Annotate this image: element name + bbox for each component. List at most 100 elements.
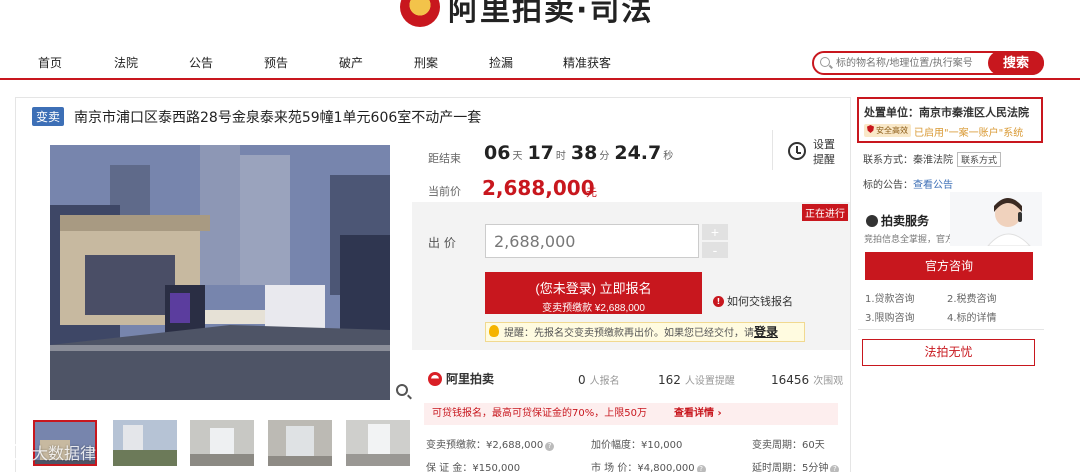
watermark-label: 大数据律 [32, 444, 97, 463]
countdown-days: 06 [484, 142, 511, 164]
ali-auction-logo-icon [428, 371, 442, 386]
help-icon[interactable]: ? [830, 465, 840, 472]
consult-link[interactable]: 2.税费咨询 [947, 290, 997, 305]
nav-bankruptcy[interactable]: 破产 [339, 54, 363, 71]
notice-label: 标的公告： [863, 180, 913, 191]
thumbnail-graphic [113, 420, 177, 466]
countdown-label: 距结束 [428, 152, 461, 165]
photo-thumbnail[interactable] [346, 420, 410, 466]
safety-badge: 安全高效 [864, 124, 911, 137]
photo-thumbnail[interactable] [190, 420, 254, 466]
countdown-minutes-unit: 分 [599, 151, 610, 162]
thumbnail-graphic [346, 420, 410, 466]
service-agent-image [950, 192, 1042, 246]
search-input[interactable] [836, 54, 984, 72]
nav-precise[interactable]: 精准获客 [563, 54, 611, 71]
login-link[interactable]: 登录 [754, 325, 778, 339]
countdown-minutes: 38 [570, 142, 598, 164]
fapai-wuyou-button[interactable]: 法拍无忧 [862, 339, 1035, 366]
nav-notice[interactable]: 公告 [189, 54, 213, 71]
help-icon[interactable]: ? [696, 465, 706, 472]
loan-details-link[interactable]: 查看详情 › [674, 403, 722, 425]
sale-type-tag: 变卖 [32, 107, 65, 126]
signup-count: 0 人报名 [578, 372, 620, 387]
nav-court[interactable]: 法院 [114, 54, 138, 71]
lightbulb-icon [489, 325, 499, 337]
countdown-hours: 17 [527, 142, 554, 164]
official-consult-button[interactable]: 官方咨询 [865, 252, 1033, 280]
detail-item: 保 证 金：¥150,000 [426, 459, 520, 472]
court-emblem-icon [400, 0, 440, 27]
how-to-pay-label: 如何交钱报名 [727, 295, 793, 308]
contact-info: 联系方式：秦淮法院 联系方式 [863, 151, 1002, 167]
detail-item: 变卖预缴款：¥2,688,000? [426, 436, 555, 451]
login-tip: 提醒：先报名交变卖预缴款再出价。如果您已经交付，请登录 [485, 322, 805, 342]
help-icon[interactable]: ? [545, 442, 555, 451]
signup-count-unit: 人报名 [589, 376, 620, 387]
tip-text: 提醒：先报名交变卖预缴款再出价。如果您已经交付，请 [504, 328, 754, 339]
countdown-hours-unit: 时 [555, 151, 566, 162]
detail-item: 延时周期：5分钟? [752, 459, 840, 472]
signup-button-deposit: 变卖预缴款 ¥2,688,000 [542, 302, 645, 314]
watermark: 大数据律 [6, 440, 96, 464]
thumbnail-graphic [268, 420, 332, 466]
auction-service-label: 拍卖服务 [881, 214, 930, 228]
nav-preview[interactable]: 预告 [264, 54, 288, 71]
consult-link[interactable]: 1.贷款咨询 [865, 290, 915, 305]
countdown-seconds-unit: 秒 [663, 151, 674, 162]
detail-item-label: 延时周期：5分钟 [752, 463, 829, 472]
set-reminder-label: 设置提醒 [813, 138, 835, 166]
view-count-unit: 次围观 [813, 376, 844, 387]
current-price-label: 当前价 [428, 185, 461, 198]
countdown-days-unit: 天 [512, 151, 523, 162]
zoom-icon[interactable] [396, 384, 408, 396]
decrease-bid-button[interactable]: - [702, 242, 728, 258]
shield-icon [867, 125, 874, 133]
view-count-value: 16456 [771, 373, 810, 387]
signup-button[interactable]: (您未登录) 立即报名 变卖预缴款 ¥2,688,000 [485, 272, 702, 314]
detail-item-label: 市 场 价：¥4,800,000 [591, 463, 695, 472]
nav-bargain[interactable]: 捡漏 [489, 54, 513, 71]
photo-thumbnail[interactable] [113, 420, 177, 466]
loan-banner-text: 可贷钱报名，最高可贷保证金的70%，上限50万 [432, 408, 647, 419]
nav-home[interactable]: 首页 [38, 54, 62, 71]
status-badge: 正在进行 [802, 204, 848, 221]
site-logo[interactable]: 阿里拍卖·司法 [400, 0, 653, 28]
detail-item-label: 保 证 金：¥150,000 [426, 463, 521, 472]
sidebar-divider [858, 329, 1044, 330]
search-box: 搜索 [812, 51, 1044, 75]
detail-item: 加价幅度：¥10,000 [591, 436, 682, 451]
current-price: 2,688,000 [482, 176, 595, 200]
property-photo[interactable] [50, 145, 390, 400]
nav-criminal[interactable]: 刑案 [414, 54, 438, 71]
how-to-pay-link[interactable]: ! 如何交钱报名 [713, 293, 793, 309]
countdown-timer: 06 天 17 时 38 分 24.7 秒 [484, 142, 676, 164]
countdown-seconds: 24.7 [614, 142, 662, 164]
consult-link[interactable]: 4.标的详情 [947, 309, 997, 324]
bid-amount-input[interactable] [485, 224, 699, 258]
loan-banner: 可贷钱报名，最高可贷保证金的70%，上限50万 查看详情 › [424, 403, 838, 425]
auction-service-title: 拍卖服务 [866, 212, 929, 229]
disposal-court[interactable]: 处置单位：南京市秦淮区人民法院 [864, 104, 1029, 120]
view-notice-link[interactable]: 查看公告 [913, 180, 953, 191]
photo-thumbnail[interactable] [268, 420, 332, 466]
contact-label: 联系方式：秦淮法院 [863, 155, 953, 166]
bid-label: 出 价 [428, 236, 456, 250]
detail-item: 市 场 价：¥4,800,000? [591, 459, 706, 472]
ali-auction-brand-label: 阿里拍卖 [446, 372, 495, 386]
safety-badge-label: 安全高效 [876, 126, 908, 135]
contact-button[interactable]: 联系方式 [957, 152, 1002, 167]
logo-text: 阿里拍卖·司法 [448, 0, 654, 28]
detail-item: 变卖周期：60天 [752, 436, 825, 451]
consult-link[interactable]: 3.限购咨询 [865, 309, 915, 324]
page-title: 南京市浦口区泰西路28号金泉泰来苑59幢1单元606室不动产一套 [74, 110, 482, 126]
signup-count-value: 0 [578, 373, 586, 387]
notice-row: 标的公告：查看公告 [863, 176, 953, 191]
increase-bid-button[interactable]: + [702, 224, 728, 240]
info-icon: ! [713, 295, 724, 307]
reminder-count-value: 162 [658, 373, 681, 387]
alarm-clock-icon [788, 142, 806, 160]
account-system-status[interactable]: 已启用"一案一账户"系统 [914, 124, 1023, 139]
service-icon [866, 214, 878, 227]
search-button[interactable]: 搜索 [988, 51, 1044, 75]
